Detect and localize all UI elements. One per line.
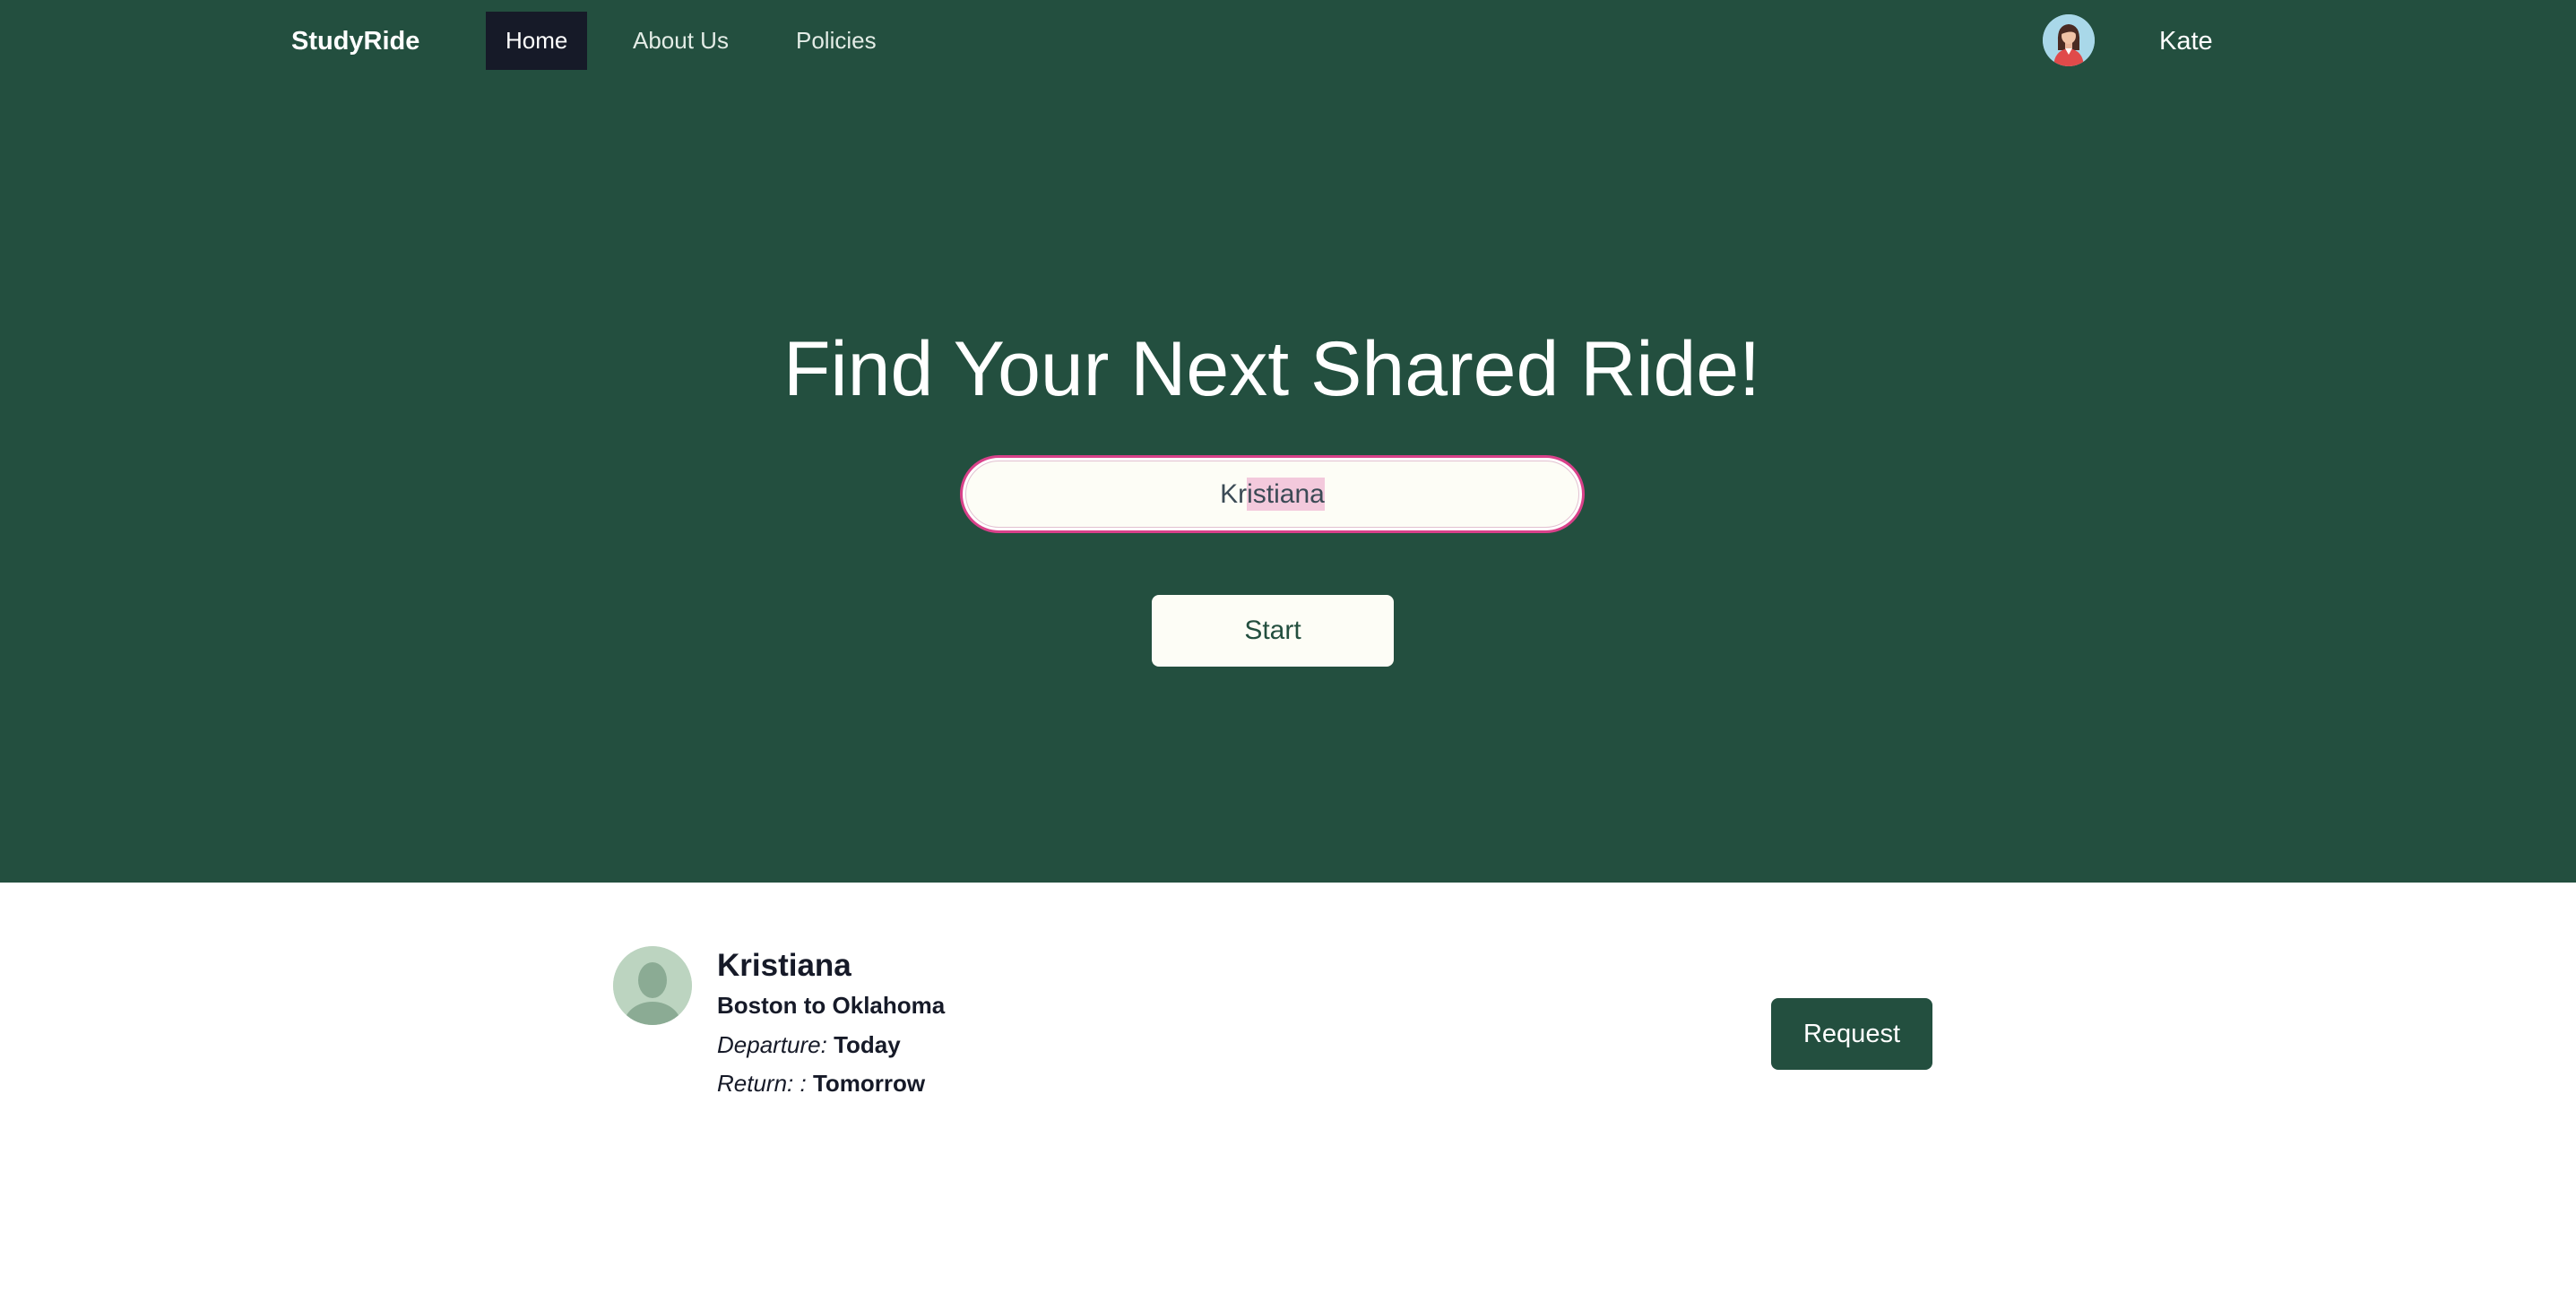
nav-item-policies[interactable]: Policies: [776, 12, 896, 70]
nav-item-home[interactable]: Home: [486, 12, 588, 70]
departure-line: Departure: Today: [717, 1029, 901, 1061]
brand-logo[interactable]: StudyRide: [291, 23, 419, 59]
search-input-text: Kr: [1220, 479, 1248, 509]
departure-value: Today: [834, 1031, 901, 1058]
start-button[interactable]: Start: [1152, 595, 1394, 667]
search-input-selected-text: istiana: [1247, 478, 1325, 511]
ride-route: Boston to Oklahoma: [717, 992, 946, 1019]
search-field-wrapper[interactable]: Kristiana: [960, 455, 1585, 533]
return-line: Return: : Tomorrow: [717, 1067, 925, 1099]
departure-label: Departure:: [717, 1031, 827, 1058]
search-input[interactable]: Kristiana: [965, 461, 1579, 528]
page-title: Find Your Next Shared Ride!: [783, 326, 1760, 412]
request-button[interactable]: Request: [1771, 998, 1932, 1070]
user-name[interactable]: Kate: [2159, 23, 2213, 59]
default-avatar-icon: [613, 946, 692, 1025]
hero-section: StudyRide Home About Us Policies Kate Fi…: [0, 0, 2576, 883]
return-label: Return: :: [717, 1070, 807, 1097]
nav-item-about-us[interactable]: About Us: [613, 12, 748, 70]
user-avatar-icon[interactable]: [2043, 14, 2095, 66]
driver-name: Kristiana: [717, 948, 851, 983]
return-value: Tomorrow: [812, 1070, 926, 1097]
